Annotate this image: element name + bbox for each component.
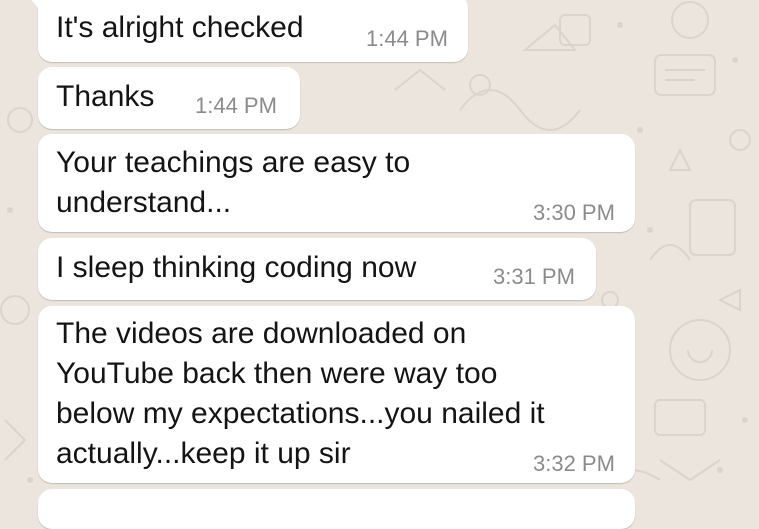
message-bubble[interactable]: I sleep thinking coding now 3:31 PM (38, 238, 596, 300)
message-timestamp: 1:44 PM (366, 26, 448, 51)
message-bubble[interactable]: Thanks 1:44 PM (38, 67, 300, 129)
message-bubble[interactable]: It's alright checked 1:44 PM (26, 0, 468, 62)
message-timestamp: 3:30 PM (533, 200, 615, 225)
message-bubble[interactable]: The videos are downloaded on YouTube bac… (38, 306, 635, 483)
message-text: Thanks (56, 80, 155, 113)
bubble-tail (26, 0, 40, 10)
message-text: Your teachings are easy to understand... (56, 146, 411, 219)
message-text: I sleep thinking coding now (56, 251, 417, 284)
message-timestamp: 1:44 PM (195, 93, 277, 118)
message-timestamp: 3:32 PM (533, 451, 615, 476)
message-text: It's alright checked (56, 11, 304, 44)
message-timestamp: 3:31 PM (493, 264, 575, 289)
message-bubble-partial[interactable] (38, 489, 635, 529)
message-text: The videos are downloaded on YouTube bac… (56, 317, 545, 470)
chat-conversation[interactable]: It's alright checked 1:44 PM Thanks 1:44… (0, 0, 759, 529)
message-bubble[interactable]: Your teachings are easy to understand...… (38, 134, 635, 232)
